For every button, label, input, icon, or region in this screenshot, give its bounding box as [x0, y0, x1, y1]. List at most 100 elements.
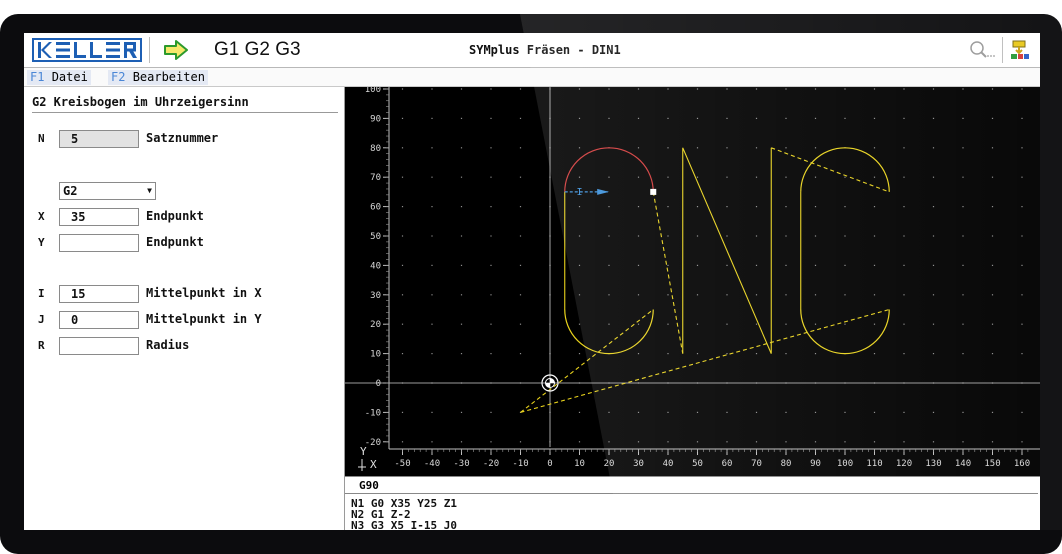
grid-dot — [431, 264, 433, 266]
grid-dot — [1021, 147, 1023, 149]
x-axis-label: X — [370, 458, 377, 471]
grid-dot — [726, 441, 728, 443]
grid-dot — [696, 264, 699, 266]
rapid-move — [652, 191, 684, 354]
menu-edit[interactable]: F2 Bearbeiten — [108, 70, 208, 85]
grid-dot — [903, 411, 905, 413]
grid-dot — [844, 441, 846, 443]
search-icon[interactable] — [969, 40, 995, 60]
window-title: SYMplus Fräsen - DIN1 — [469, 43, 621, 57]
grid-dot — [814, 264, 817, 266]
grid-dot — [814, 353, 817, 355]
grid-dot — [991, 353, 994, 355]
x-tick-label: 40 — [663, 459, 674, 469]
grid-dot — [608, 294, 610, 296]
grid-dot — [608, 206, 610, 208]
y-tick-label: 60 — [370, 203, 381, 213]
grid-dot — [578, 235, 581, 237]
grid-dot — [490, 441, 492, 443]
grid-dot — [608, 88, 610, 90]
command-panel: G2 Kreisbogen im Uhrzeigersinn N 5 Satzn… — [24, 87, 345, 530]
endpoint-y-field[interactable] — [59, 234, 139, 252]
grid-dot — [490, 294, 492, 296]
grid-dot — [431, 176, 433, 178]
grid-dot — [726, 264, 728, 266]
nc-code-panel[interactable]: G90 N1 G0 X35 Y25 Z1 N2 G1 Z-2 N3 G3 X5 … — [345, 476, 1040, 530]
grid-dot — [519, 353, 522, 355]
center-i-field[interactable]: 15 — [59, 285, 139, 303]
grid-dot — [460, 235, 463, 237]
grid-dot — [519, 176, 522, 178]
grid-dot — [460, 264, 463, 266]
grid-dot — [873, 353, 876, 355]
x-tick-label: 70 — [751, 459, 762, 469]
grid-dot — [1021, 117, 1023, 119]
field-desc-j: Mittelpunkt in Y — [146, 312, 262, 326]
grid-dot — [401, 88, 404, 90]
toolbar-separator — [1002, 37, 1003, 63]
grid-dot — [490, 235, 492, 237]
block-number-field: 5 — [59, 130, 139, 148]
grid-dot — [578, 147, 581, 149]
grid-dot — [696, 323, 699, 325]
gcode-select[interactable]: G2 ▼ — [59, 182, 156, 200]
grid-dot — [578, 353, 581, 355]
grid-dot — [431, 323, 433, 325]
grid-dot — [460, 147, 463, 149]
y-axis-ticks: 1009080706050403020100-10-20 — [365, 87, 389, 448]
grid-dot — [755, 88, 758, 90]
arrow-right-icon[interactable] — [163, 40, 189, 60]
radius-field[interactable] — [59, 337, 139, 355]
x-tick-label: 20 — [604, 459, 615, 469]
toolbar-separator — [149, 37, 150, 63]
grid-dot — [490, 264, 492, 266]
field-letter-n: N — [38, 132, 45, 145]
grid-dot — [726, 88, 728, 90]
grid-dot — [785, 147, 787, 149]
menu-file[interactable]: F1 Datei — [27, 70, 91, 85]
grid-dot — [991, 264, 994, 266]
grid-dot — [932, 235, 935, 237]
grid-dot — [667, 323, 669, 325]
grid-dot — [726, 235, 728, 237]
grid-dot — [873, 294, 876, 296]
toolpath-graphic[interactable]: 1009080706050403020100-10-20 -50 -40 -30 -2… — [345, 87, 1040, 476]
grid-dot — [578, 264, 581, 266]
grid-dot — [608, 264, 610, 266]
grid-dot — [637, 117, 640, 119]
code-line[interactable]: N3 G3 X5 I-15 J0 — [351, 520, 457, 530]
grid-dot — [637, 235, 640, 237]
axis-cross-icon — [358, 459, 366, 471]
grid-dot — [696, 147, 699, 149]
grid-dot — [578, 117, 581, 119]
grid-dot — [490, 206, 492, 208]
grid-dot — [755, 353, 758, 355]
grid-dot — [401, 323, 404, 325]
x-tick-label: 130 — [925, 459, 941, 469]
machine-transfer-icon[interactable] — [1009, 39, 1031, 61]
grid-dot — [637, 176, 640, 178]
grid-dot — [431, 117, 433, 119]
x-tick-label: 60 — [722, 459, 733, 469]
field-letter-r: R — [38, 339, 45, 352]
grid-dot — [1021, 206, 1023, 208]
x-tick-label: 30 — [633, 459, 644, 469]
grid-dot — [903, 147, 905, 149]
grid-dot — [991, 294, 994, 296]
x-tick-label: 90 — [810, 459, 821, 469]
grid-dot — [755, 441, 758, 443]
grid-dot — [903, 323, 905, 325]
grid-dot — [814, 88, 817, 90]
grid-dot — [844, 294, 846, 296]
grid-dot — [578, 294, 581, 296]
endpoint-x-field[interactable]: 35 — [59, 208, 139, 226]
grid-dot — [785, 411, 787, 413]
arc-g2-current — [564, 147, 654, 192]
center-j-field[interactable]: 0 — [59, 311, 139, 329]
grid-dot — [844, 176, 846, 178]
grid-dot — [667, 117, 669, 119]
n-polyline — [682, 147, 772, 354]
grid-dot — [726, 353, 728, 355]
x-tick-label: -10 — [512, 459, 528, 469]
top-toolbar: G1 G2 G3 SYMplus Fräsen - DIN1 — [24, 33, 1040, 68]
